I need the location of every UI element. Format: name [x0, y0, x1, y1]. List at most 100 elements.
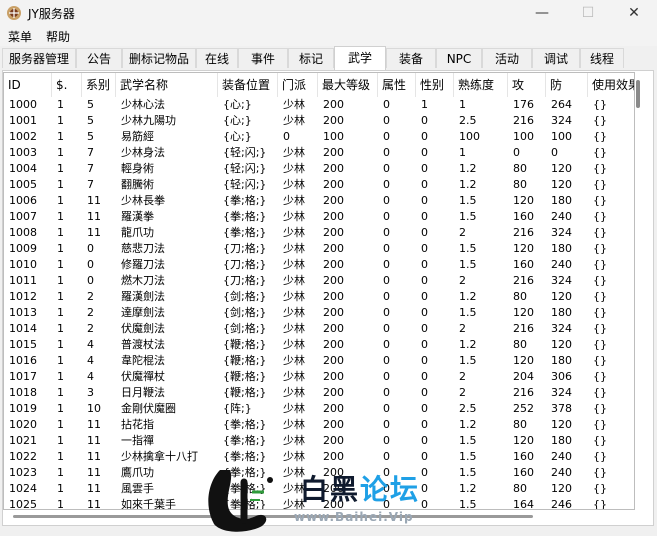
- table-cell: 0: [87, 242, 94, 255]
- table-cell: 120: [551, 290, 572, 303]
- table-cell: 0: [383, 130, 390, 143]
- column-header-5[interactable]: 门派: [278, 73, 318, 97]
- tab-0[interactable]: 服务器管理: [2, 48, 76, 68]
- table-cell: 伏魔禪杖: [121, 370, 165, 383]
- horizontal-scrollbar[interactable]: [3, 511, 635, 521]
- vertical-scrollbar[interactable]: [635, 72, 643, 510]
- table-cell: 少林: [283, 178, 305, 191]
- table-cell: 324: [551, 386, 572, 399]
- table-row[interactable]: 1003 1 7 少林身法 {轻;闪;} 少林 200 0 0 1 0 0 {}: [4, 145, 634, 161]
- column-header-0[interactable]: ID: [4, 73, 52, 97]
- tab-5[interactable]: 标记: [288, 48, 334, 68]
- table-row[interactable]: 1014 1 2 伏魔劍法 {剑;格;} 少林 200 0 0 2 216 324 {}: [4, 321, 634, 337]
- table-cell: 如來千葉手: [121, 498, 176, 510]
- table-cell: 少林: [283, 290, 305, 303]
- table-cell: 2: [459, 386, 466, 399]
- table-cell: 伏魔劍法: [121, 322, 165, 335]
- column-header-6[interactable]: 最大等级: [318, 73, 378, 97]
- minimize-button[interactable]: —: [519, 0, 565, 26]
- table-row[interactable]: 1010 1 0 修羅刀法 {刀;格;} 少林 200 0 0 1.5 160 240{}: [4, 257, 634, 273]
- table-cell: 1013: [9, 306, 37, 319]
- table-row[interactable]: 1001 1 5 少林九陽功 {心;} 少林 200 0 0 2.5 216 324 {}: [4, 113, 634, 129]
- table-row[interactable]: 1006 1 11 少林長拳 {拳;格;} 少林 200 0 0 1.5 120 180{}: [4, 193, 634, 209]
- table-cell: 200: [323, 178, 344, 191]
- table-row[interactable]: 1019 1 10 金剛伏魔圈 {阵;} 少林 200 0 0 2.5 252 378 {}: [4, 401, 634, 417]
- table-row[interactable]: 1020 1 11 拈花指 {拳;格;} 少林 200 0 0 1.2 80 120{}: [4, 417, 634, 433]
- table-cell: 0: [421, 194, 428, 207]
- table-cell: 0: [421, 290, 428, 303]
- table-cell: 200: [323, 418, 344, 431]
- table-row[interactable]: 1007 1 11 羅漢拳 {拳;格;} 少林 200 0 0 1.5 160 240{}: [4, 209, 634, 225]
- table-cell: 200: [323, 466, 344, 479]
- column-header-10[interactable]: 攻: [508, 73, 546, 97]
- table-cell: {}: [593, 450, 607, 463]
- table-row[interactable]: 1016 1 4 韋陀棍法 {鞭;格;} 少林 200 0 0 1.5 120 180 {}: [4, 353, 634, 369]
- table-row[interactable]: 1015 1 4 普渡杖法 {鞭;格;} 少林 200 0 0 1.2 80 120 {}: [4, 337, 634, 353]
- table-row[interactable]: 1011 1 0 燃木刀法 {刀;格;} 少林 200 0 0 2 216 324 {}: [4, 273, 634, 289]
- table-cell: 216: [513, 274, 534, 287]
- tab-6[interactable]: 武学: [334, 46, 386, 70]
- column-header-4[interactable]: 装备位置: [218, 73, 278, 97]
- table-row[interactable]: 1002 1 5 易筋經 {心;} 0 100 0 0 100 100 100 {}: [4, 129, 634, 145]
- column-header-8[interactable]: 性别: [416, 73, 454, 97]
- table-row[interactable]: 1013 1 2 達摩劍法 {剑;格;} 少林 200 0 0 1.5 120 180 {}: [4, 305, 634, 321]
- column-header-12[interactable]: 使用效果: [588, 73, 634, 97]
- table-row[interactable]: 1005 1 7 翻騰術 {轻;闪;} 少林 200 0 0 1.2 80 120 {}: [4, 177, 634, 193]
- table-cell: 0: [421, 466, 428, 479]
- table-row[interactable]: 1000 1 5 少林心法 {心;} 少林 200 0 1 1 176 264 {}: [4, 97, 634, 113]
- maximize-button[interactable]: ☐: [565, 0, 611, 26]
- table-cell: {}: [593, 146, 607, 159]
- tab-1[interactable]: 公告: [76, 48, 122, 68]
- column-header-2[interactable]: 系别: [82, 73, 116, 97]
- scroll-thumb[interactable]: [636, 80, 640, 108]
- table-row[interactable]: 1023 1 11 鷹爪功 {拳;格;} 少林 200 0 0 1.5 160 240{}: [4, 465, 634, 481]
- table-row[interactable]: 1021 1 11 一指禪 {拳;格;} 少林 200 0 0 1.5 120 180{}: [4, 433, 634, 449]
- tab-10[interactable]: 调试: [532, 48, 580, 68]
- tab-11[interactable]: 线程: [580, 48, 624, 68]
- menu-main[interactable]: 菜单: [8, 28, 32, 45]
- column-header-9[interactable]: 熟练度: [454, 73, 508, 97]
- menu-help[interactable]: 帮助: [46, 28, 70, 45]
- table-row[interactable]: 1004 1 7 輕身術 {轻;闪;} 少林 200 0 0 1.2 80 120 {}: [4, 161, 634, 177]
- tab-9[interactable]: 活动: [482, 48, 532, 68]
- table-row[interactable]: 1008 1 11 龍爪功 {拳;格;} 少林 200 0 0 2 216 324{}: [4, 225, 634, 241]
- table-row[interactable]: 1024 1 11 風雲手 {拳;格;} 少林 200 0 0 1.2 80 120{}: [4, 481, 634, 497]
- table-cell: 1.5: [459, 354, 477, 367]
- table-cell: 1: [57, 162, 64, 175]
- table-cell: 少林: [283, 114, 305, 127]
- table-cell: 200: [323, 114, 344, 127]
- table-row[interactable]: 1017 1 4 伏魔禪杖 {鞭;格;} 少林 200 0 0 2 204 306 {}: [4, 369, 634, 385]
- table-cell: 10: [87, 402, 101, 415]
- table-cell: {刀;格;}: [223, 274, 267, 287]
- table-cell: 1009: [9, 242, 37, 255]
- close-button[interactable]: ✕: [611, 0, 657, 26]
- table-cell: 2.5: [459, 114, 477, 127]
- table-cell: 0: [421, 450, 428, 463]
- menu-bar: 菜单 帮助: [0, 26, 657, 46]
- table-cell: 246: [551, 498, 572, 510]
- table-cell: 200: [323, 290, 344, 303]
- skills-table[interactable]: ID$.系别武学名称装备位置门派最大等级属性性别熟练度攻防使用效果 100015…: [3, 72, 635, 510]
- table-row[interactable]: 1022 1 11 少林擒拿十八打 {拳;格;} 少林 200 0 0 1.5 160 240{}: [4, 449, 634, 465]
- tab-7[interactable]: 装备: [386, 48, 436, 68]
- table-cell: {}: [593, 306, 607, 319]
- table-cell: 120: [513, 434, 534, 447]
- column-header-1[interactable]: $.: [52, 73, 82, 97]
- tab-8[interactable]: NPC: [436, 48, 482, 68]
- column-header-3[interactable]: 武学名称: [116, 73, 218, 97]
- table-cell: {}: [593, 274, 607, 287]
- table-row[interactable]: 1012 1 2 羅漢劍法 {剑;格;} 少林 200 0 0 1.2 80 120 {}: [4, 289, 634, 305]
- column-header-7[interactable]: 属性: [378, 73, 416, 97]
- table-row[interactable]: 1009 1 0 慈悲刀法 {刀;格;} 少林 200 0 0 1.5 120 180 {}: [4, 241, 634, 257]
- tab-3[interactable]: 在线: [196, 48, 238, 68]
- tab-2[interactable]: 删标记物品: [122, 48, 196, 68]
- table-cell: 1: [57, 434, 64, 447]
- tab-4[interactable]: 事件: [238, 48, 288, 68]
- scroll-thumb-horizontal[interactable]: [13, 515, 533, 518]
- table-row[interactable]: 1025 1 11 如來千葉手 {拳;格;} 少林 200 0 0 1.5 164 246{}: [4, 497, 634, 510]
- table-cell: 1005: [9, 178, 37, 191]
- table-cell: 5: [87, 114, 94, 127]
- table-row[interactable]: 1018 1 3 日月鞭法 {鞭;格;} 少林 200 0 0 2 216 324 {}: [4, 385, 634, 401]
- column-header-11[interactable]: 防: [546, 73, 588, 97]
- table-cell: 0: [421, 306, 428, 319]
